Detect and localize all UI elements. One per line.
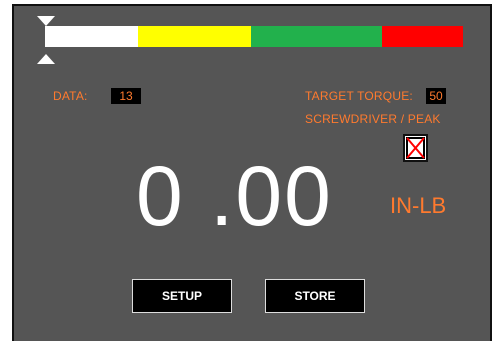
mode-label: SCREWDRIVER / PEAK <box>305 112 441 126</box>
gauge-segment-red <box>382 26 463 47</box>
data-value: 13 <box>111 88 141 104</box>
store-button[interactable]: STORE <box>265 279 365 313</box>
gauge-bottom-marker-icon <box>37 54 55 64</box>
gauge-top-marker-icon <box>37 16 55 26</box>
cross-icon <box>406 137 425 159</box>
data-label: DATA: <box>53 89 88 103</box>
torque-reading: 0 .00 <box>136 149 333 243</box>
gauge-segment-yellow <box>138 26 251 47</box>
gauge-segment-white <box>45 26 138 47</box>
mode-disabled-icon[interactable] <box>403 134 428 162</box>
gauge-segment-green <box>251 26 382 47</box>
torque-unit: IN-LB <box>390 193 447 218</box>
target-torque-value: 50 <box>426 88 446 104</box>
setup-button[interactable]: SETUP <box>132 279 232 313</box>
target-torque-label: TARGET TORQUE: <box>305 89 413 103</box>
